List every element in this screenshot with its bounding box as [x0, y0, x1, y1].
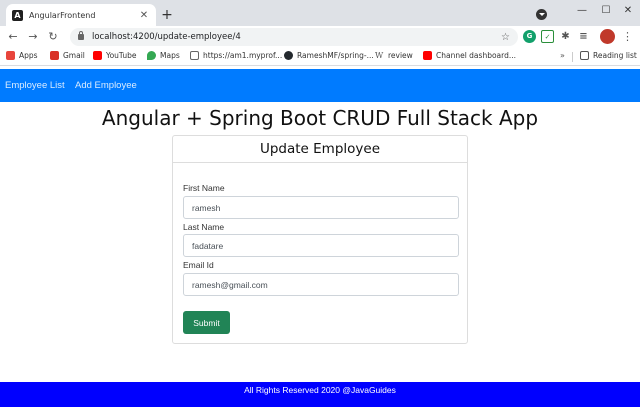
- bookmark-github[interactable]: RameshMF/spring-...: [284, 51, 374, 60]
- apps-grid-icon: [6, 51, 15, 60]
- browser-tab-active[interactable]: A AngularFrontend ✕: [6, 4, 156, 26]
- angular-favicon-icon: A: [12, 9, 23, 21]
- reading-list-button[interactable]: Reading list: [580, 51, 637, 60]
- media-queue-icon[interactable]: ≡: [577, 30, 590, 43]
- bookmark-gmail[interactable]: Gmail: [50, 51, 85, 60]
- update-employee-card: Update Employee First Name Last Name Ema…: [172, 135, 468, 344]
- youtube-icon: [423, 51, 432, 60]
- email-input[interactable]: [183, 273, 459, 296]
- youtube-icon: [93, 51, 102, 60]
- gmail-icon: [50, 51, 59, 60]
- bookmark-myprofile[interactable]: https://am1.myprof...: [190, 51, 282, 60]
- mail-icon: [190, 51, 199, 60]
- browser-tabstrip: A AngularFrontend ✕ + — ☐ ✕: [0, 0, 640, 26]
- extensions-puzzle-icon[interactable]: ✱: [559, 30, 572, 43]
- last-name-input[interactable]: [183, 234, 459, 257]
- url-text[interactable]: localhost:4200/update-employee/4: [92, 32, 501, 42]
- footer: All Rights Reserved 2020 @JavaGuides: [0, 382, 640, 407]
- address-bar[interactable]: localhost:4200/update-employee/4 ☆: [70, 28, 518, 46]
- reading-list-icon: [580, 51, 589, 60]
- bookmark-youtube[interactable]: YouTube: [93, 51, 137, 60]
- maximize-button[interactable]: ☐: [594, 3, 618, 19]
- nav-add-employee-link[interactable]: Add Employee: [75, 80, 137, 91]
- nav-employee-list-link[interactable]: Employee List: [5, 80, 65, 91]
- reload-button[interactable]: ↻: [45, 29, 61, 45]
- info-icon[interactable]: [78, 31, 84, 40]
- last-name-label: Last Name: [183, 222, 225, 232]
- shield-extension-icon[interactable]: ✓: [541, 30, 554, 43]
- page-title: Angular + Spring Boot CRUD Full Stack Ap…: [101, 106, 539, 130]
- bookmark-star-icon[interactable]: ☆: [501, 32, 510, 43]
- tab-close-icon[interactable]: ✕: [138, 10, 150, 21]
- email-label: Email Id: [183, 260, 214, 270]
- grammarly-extension-icon[interactable]: G: [523, 30, 536, 43]
- wikipedia-icon: W: [375, 51, 384, 60]
- back-button[interactable]: ←: [5, 29, 21, 45]
- bookmark-apps[interactable]: Apps: [6, 51, 38, 60]
- maps-pin-icon: [147, 51, 156, 60]
- first-name-label: First Name: [183, 183, 225, 193]
- forward-button[interactable]: →: [25, 29, 41, 45]
- close-window-button[interactable]: ✕: [616, 3, 640, 19]
- browser-menu-icon[interactable]: ⋮: [622, 29, 633, 45]
- tab-search-icon[interactable]: [536, 9, 547, 20]
- first-name-input[interactable]: [183, 196, 459, 219]
- bookmarks-bar: Apps Gmail YouTube Maps https://am1.mypr…: [0, 48, 640, 66]
- bookmark-maps[interactable]: Maps: [147, 51, 180, 60]
- new-tab-button[interactable]: +: [160, 6, 174, 24]
- bookmarks-divider: [572, 52, 573, 62]
- bookmark-review[interactable]: W review: [375, 51, 413, 60]
- profile-avatar[interactable]: [600, 29, 615, 44]
- submit-button[interactable]: Submit: [183, 311, 230, 334]
- app-navbar: Employee List Add Employee: [0, 69, 640, 102]
- browser-toolbar: ← → ↻ localhost:4200/update-employee/4 ☆…: [0, 26, 640, 48]
- bookmark-channel-dashboard[interactable]: Channel dashboard...: [423, 51, 516, 60]
- minimize-button[interactable]: —: [570, 3, 594, 19]
- bookmarks-overflow-icon[interactable]: »: [560, 51, 565, 60]
- card-title: Update Employee: [173, 136, 467, 163]
- github-icon: [284, 51, 293, 60]
- tab-title: AngularFrontend: [29, 10, 96, 20]
